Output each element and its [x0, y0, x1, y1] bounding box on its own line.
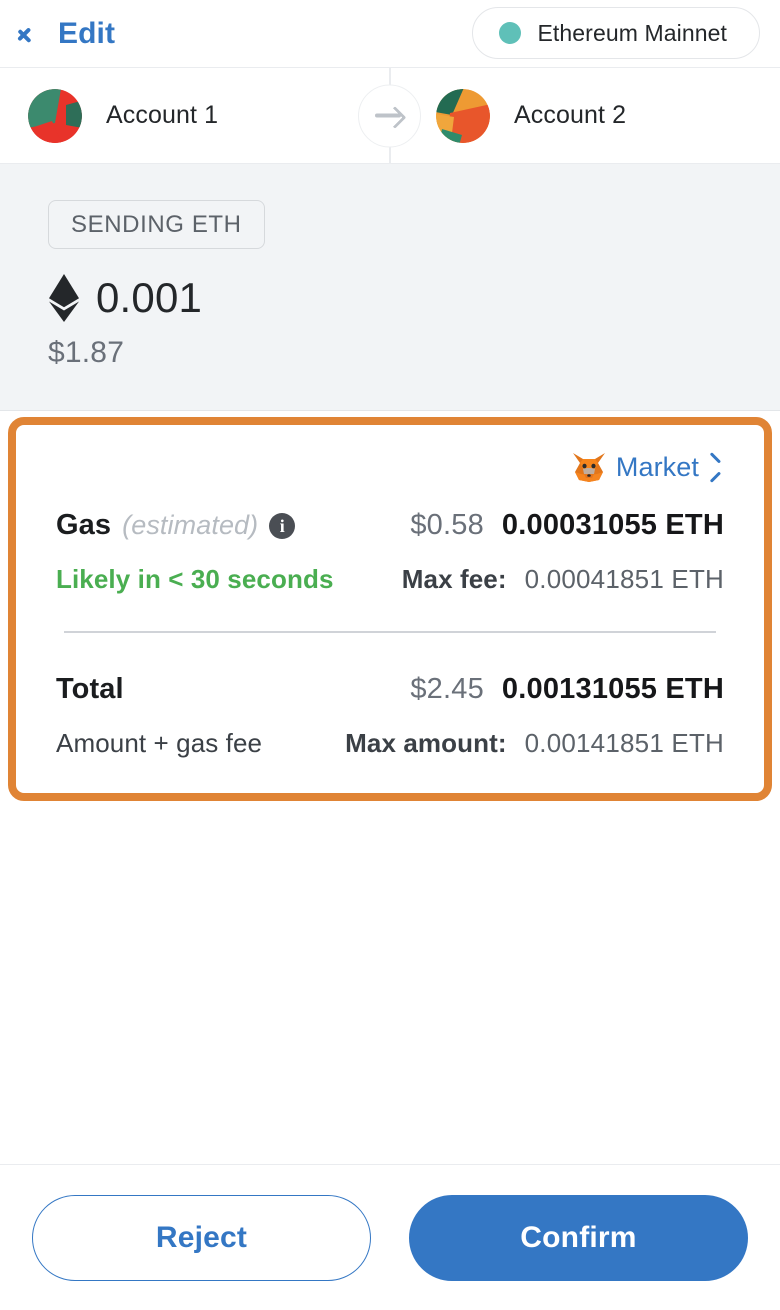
gas-row-label-group: Gas (estimated) i: [56, 509, 296, 542]
max-fee-row: Likely in < 30 seconds Max fee: 0.000418…: [56, 564, 724, 595]
info-circle-icon[interactable]: i: [269, 512, 296, 539]
sending-badge: SENDING ETH: [48, 200, 265, 249]
max-amount-value: 0.00141851 ETH: [524, 727, 724, 758]
gas-fiat-value: $0.58: [410, 509, 484, 541]
arrow-right-icon: [374, 106, 405, 126]
amount-fiat-value: $1.87: [48, 336, 125, 369]
market-row: Market: [56, 451, 724, 483]
max-fee-value: 0.00041851 ETH: [524, 564, 724, 594]
card-divider: [64, 631, 716, 633]
to-account-avatar: [436, 88, 490, 143]
sending-badge-label: SENDING ETH: [71, 210, 242, 238]
gas-card-wrapper: Market Gas (estimated) i $0.58 0.0003105…: [0, 411, 780, 801]
metamask-fox-icon: [572, 453, 605, 482]
from-account-avatar: [28, 88, 82, 143]
network-selector[interactable]: Ethereum Mainnet: [472, 7, 760, 59]
gas-estimated-note: (estimated): [122, 510, 259, 540]
to-account-name: Account 2: [514, 101, 627, 129]
to-account[interactable]: Account 2: [372, 88, 780, 143]
total-sub-label: Amount + gas fee: [56, 727, 263, 758]
total-fiat-value: $2.45: [410, 672, 484, 705]
sending-summary: SENDING ETH 0.001 $1.87: [0, 164, 780, 411]
amount-row: 0.001: [48, 274, 780, 322]
gas-eth-value: 0.00031055 ETH: [501, 509, 724, 541]
gas-row-value-group: $0.58 0.00031055 ETH: [410, 509, 724, 542]
reject-button[interactable]: Reject: [32, 1194, 371, 1281]
network-status-dot: [499, 22, 522, 44]
transaction-confirmation-screen: Edit Ethereum Mainnet Account 1 Account …: [0, 0, 780, 1310]
chevron-left-icon: [28, 20, 45, 48]
confirm-button[interactable]: Confirm: [409, 1194, 748, 1281]
max-fee-value-group: Max fee: 0.00041851 ETH: [402, 564, 724, 595]
total-value-group: $2.45 0.00131055 ETH: [410, 673, 724, 706]
market-label: Market: [615, 451, 699, 482]
amount-value: 0.001: [96, 274, 203, 321]
max-amount-label: Max amount:: [345, 727, 507, 758]
total-row: Total $2.45 0.00131055 ETH: [56, 673, 724, 706]
network-name-label: Ethereum Mainnet: [537, 19, 727, 46]
ethereum-diamond-icon: [49, 274, 79, 322]
edit-back-button[interactable]: Edit: [28, 16, 116, 50]
market-gas-option-button[interactable]: Market: [571, 451, 724, 483]
accounts-row: Account 1 Account 2: [0, 67, 780, 164]
from-account-name: Account 1: [106, 101, 219, 129]
gas-label: Gas: [56, 509, 112, 541]
content-spacer: [0, 800, 780, 1164]
top-bar: Edit Ethereum Mainnet: [0, 0, 780, 67]
transaction-speed-label: Likely in < 30 seconds: [56, 564, 334, 594]
max-amount-row: Amount + gas fee Max amount: 0.00141851 …: [56, 728, 724, 759]
transfer-arrow-badge: [358, 84, 421, 147]
max-amount-value-group: Max amount: 0.00141851 ETH: [345, 728, 724, 759]
total-label: Total: [56, 672, 124, 705]
max-fee-label: Max fee:: [401, 564, 507, 594]
chevron-right-icon: [708, 456, 724, 478]
edit-back-label: Edit: [58, 16, 116, 50]
from-account[interactable]: Account 1: [0, 88, 372, 143]
total-eth-value: 0.00131055 ETH: [501, 672, 724, 705]
action-footer: Reject Confirm: [0, 1164, 780, 1310]
gas-row: Gas (estimated) i $0.58 0.00031055 ETH: [56, 509, 724, 542]
gas-card: Market Gas (estimated) i $0.58 0.0003105…: [8, 417, 772, 801]
